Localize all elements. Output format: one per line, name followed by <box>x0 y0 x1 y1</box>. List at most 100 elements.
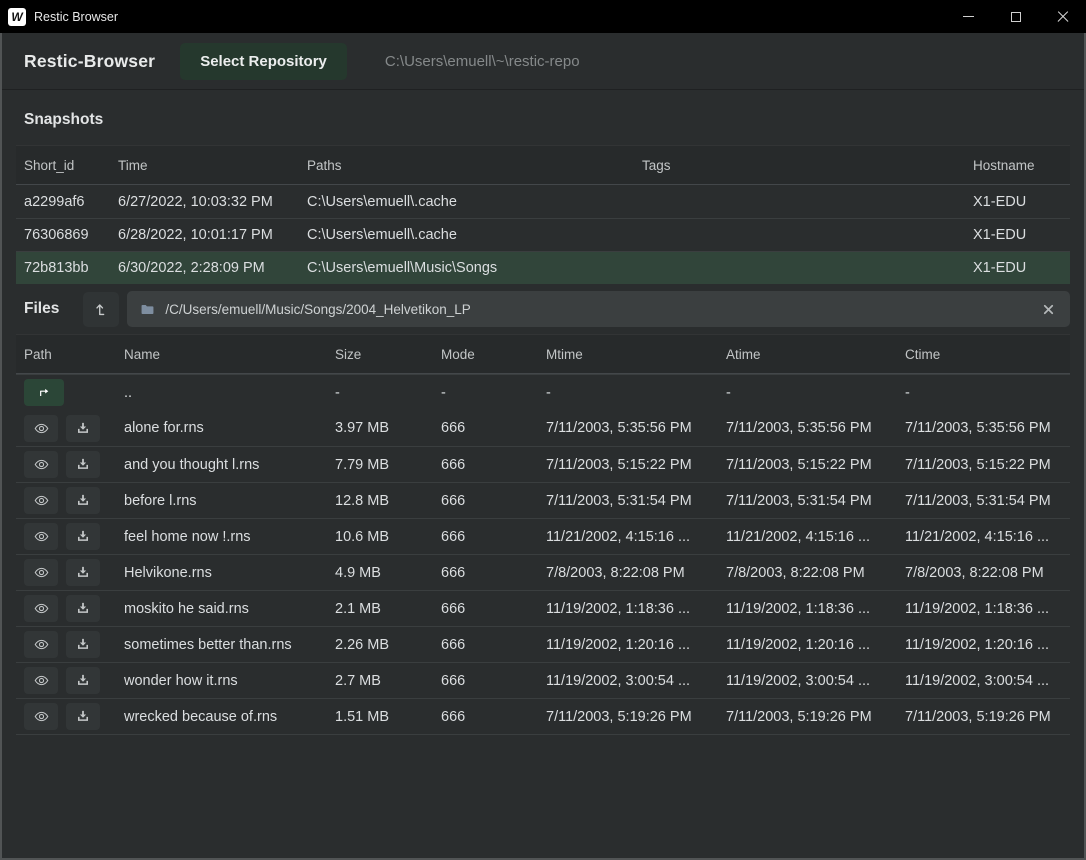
view-file-button[interactable] <box>24 451 58 478</box>
file-mode: 666 <box>433 709 538 725</box>
window-titlebar: W Restic Browser <box>0 0 1086 33</box>
file-mode: 666 <box>433 565 538 581</box>
file-row[interactable]: alone for.rns 3.97 MB 666 7/11/2003, 5:3… <box>16 410 1070 446</box>
snapshot-paths: C:\Users\emuell\.cache <box>299 227 634 243</box>
file-ctime: 7/11/2003, 5:35:56 PM <box>897 420 1070 436</box>
column-header-atime: Atime <box>718 347 897 362</box>
snapshot-time: 6/27/2022, 10:03:32 PM <box>110 194 299 210</box>
column-header-tags: Tags <box>634 158 965 173</box>
file-row[interactable]: feel home now !.rns 10.6 MB 666 11/21/20… <box>16 518 1070 554</box>
snapshot-paths: C:\Users\emuell\Music\Songs <box>299 260 634 276</box>
file-atime: 7/11/2003, 5:35:56 PM <box>718 420 897 436</box>
parent-directory-row[interactable]: .. - - - - - <box>16 374 1070 410</box>
column-header-short-id: Short_id <box>16 158 110 173</box>
snapshot-paths: C:\Users\emuell\.cache <box>299 194 634 210</box>
view-file-button[interactable] <box>24 631 58 658</box>
download-file-button[interactable] <box>66 703 100 730</box>
file-mtime: 11/19/2002, 1:18:36 ... <box>538 601 718 617</box>
download-icon <box>75 673 91 688</box>
view-file-button[interactable] <box>24 415 58 442</box>
file-name: alone for.rns <box>116 420 327 436</box>
view-file-button[interactable] <box>24 487 58 514</box>
file-name: .. <box>116 385 327 401</box>
download-file-button[interactable] <box>66 523 100 550</box>
snapshot-row-selected[interactable]: 72b813bb 6/30/2022, 2:28:09 PM C:\Users\… <box>16 251 1070 284</box>
file-mtime: 7/11/2003, 5:31:54 PM <box>538 493 718 509</box>
file-mode: 666 <box>433 457 538 473</box>
level-up-icon <box>93 300 110 319</box>
select-repository-button[interactable]: Select Repository <box>180 43 347 80</box>
eye-icon <box>32 421 51 436</box>
clear-path-button[interactable] <box>1039 300 1058 319</box>
file-row[interactable]: wrecked because of.rns 1.51 MB 666 7/11/… <box>16 698 1070 734</box>
view-file-button[interactable] <box>24 595 58 622</box>
file-row[interactable]: and you thought l.rns 7.79 MB 666 7/11/2… <box>16 446 1070 482</box>
file-ctime: 11/19/2002, 1:20:16 ... <box>897 637 1070 653</box>
snapshots-table-header: Short_id Time Paths Tags Hostname <box>16 145 1070 185</box>
file-row[interactable]: before l.rns 12.8 MB 666 7/11/2003, 5:31… <box>16 482 1070 518</box>
download-file-button[interactable] <box>66 559 100 586</box>
download-file-button[interactable] <box>66 487 100 514</box>
files-table: Path Name Size Mode Mtime Atime Ctime ..… <box>16 334 1070 735</box>
file-row[interactable]: wonder how it.rns 2.7 MB 666 11/19/2002,… <box>16 662 1070 698</box>
download-icon <box>75 457 91 472</box>
download-icon <box>75 493 91 508</box>
download-icon <box>75 637 91 652</box>
file-mtime: 11/19/2002, 1:20:16 ... <box>538 637 718 653</box>
view-file-button[interactable] <box>24 523 58 550</box>
column-header-size: Size <box>327 347 433 362</box>
current-path-input[interactable]: /C/Users/emuell/Music/Songs/2004_Helveti… <box>127 291 1070 327</box>
snapshots-table: Short_id Time Paths Tags Hostname a2299a… <box>16 145 1070 284</box>
download-file-button[interactable] <box>66 415 100 442</box>
download-file-button[interactable] <box>66 667 100 694</box>
file-ctime: 7/11/2003, 5:19:26 PM <box>897 709 1070 725</box>
file-size: 3.97 MB <box>327 420 433 436</box>
snapshot-hostname: X1-EDU <box>965 227 1070 243</box>
file-name: sometimes better than.rns <box>116 637 327 653</box>
file-atime: 7/11/2003, 5:15:22 PM <box>718 457 897 473</box>
file-atime: - <box>718 385 897 401</box>
file-name: moskito he said.rns <box>116 601 327 617</box>
navigate-parent-button[interactable] <box>24 379 64 406</box>
view-file-button[interactable] <box>24 703 58 730</box>
file-row[interactable]: moskito he said.rns 2.1 MB 666 11/19/200… <box>16 590 1070 626</box>
file-size: - <box>327 385 433 401</box>
file-atime: 11/19/2002, 1:20:16 ... <box>718 637 897 653</box>
file-mode: 666 <box>433 529 538 545</box>
column-header-ctime: Ctime <box>897 347 1070 362</box>
column-header-name: Name <box>116 347 327 362</box>
file-mtime: 7/11/2003, 5:15:22 PM <box>538 457 718 473</box>
download-file-button[interactable] <box>66 595 100 622</box>
view-file-button[interactable] <box>24 559 58 586</box>
snapshot-hostname: X1-EDU <box>965 194 1070 210</box>
maximize-button[interactable] <box>992 0 1039 33</box>
file-size: 10.6 MB <box>327 529 433 545</box>
snapshots-section-title: Snapshots <box>2 90 1084 145</box>
download-file-button[interactable] <box>66 631 100 658</box>
app-icon: W <box>8 8 26 26</box>
file-ctime: 11/21/2002, 4:15:16 ... <box>897 529 1070 545</box>
file-name: feel home now !.rns <box>116 529 327 545</box>
file-atime: 7/11/2003, 5:19:26 PM <box>718 709 897 725</box>
download-icon <box>75 565 91 580</box>
file-ctime: 7/11/2003, 5:15:22 PM <box>897 457 1070 473</box>
files-section-title: Files <box>24 300 59 318</box>
view-file-button[interactable] <box>24 667 58 694</box>
minimize-button[interactable] <box>945 0 992 33</box>
file-row[interactable]: sometimes better than.rns 2.26 MB 666 11… <box>16 626 1070 662</box>
file-ctime: - <box>897 385 1070 401</box>
file-mtime: - <box>538 385 718 401</box>
file-mode: 666 <box>433 493 538 509</box>
file-row[interactable]: Helvikone.rns 4.9 MB 666 7/8/2003, 8:22:… <box>16 554 1070 590</box>
maximize-icon <box>1011 12 1021 22</box>
download-file-button[interactable] <box>66 451 100 478</box>
up-directory-button[interactable] <box>83 292 119 327</box>
close-button[interactable] <box>1039 0 1086 33</box>
eye-icon <box>32 709 51 724</box>
eye-icon <box>32 673 51 688</box>
download-icon <box>75 601 91 616</box>
snapshot-row[interactable]: a2299af6 6/27/2022, 10:03:32 PM C:\Users… <box>16 185 1070 218</box>
snapshot-row[interactable]: 76306869 6/28/2022, 10:01:17 PM C:\Users… <box>16 218 1070 251</box>
file-name: Helvikone.rns <box>116 565 327 581</box>
file-size: 2.7 MB <box>327 673 433 689</box>
